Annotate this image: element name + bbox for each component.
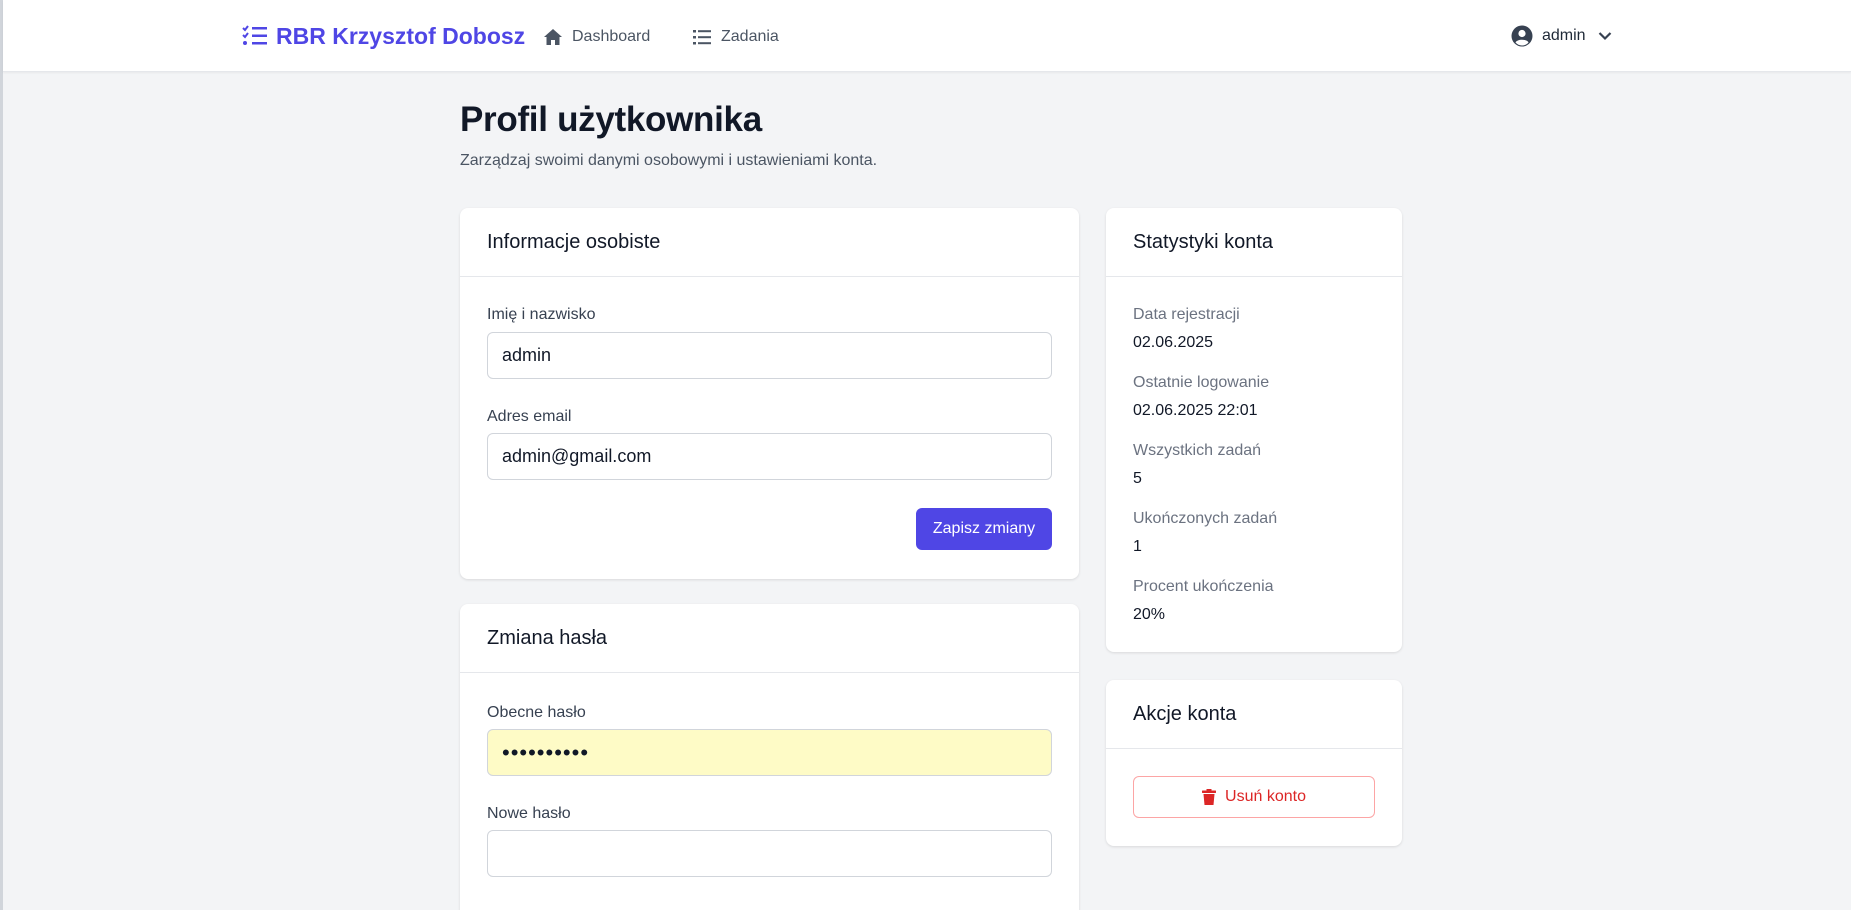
- stat-label: Procent ukończenia: [1133, 578, 1274, 595]
- stat-value: 1: [1133, 538, 1142, 555]
- stat-label: Data rejestracji: [1133, 306, 1240, 323]
- stat-value: 20%: [1133, 606, 1166, 623]
- brand-link[interactable]: RBR Krzysztof Dobosz: [242, 20, 525, 52]
- list-icon: [693, 30, 711, 45]
- password-card: Zmiana hasła Obecne hasło Nowe hasło: [460, 604, 1079, 910]
- nav-dashboard-label: Dashboard: [572, 28, 651, 45]
- stat-value: 02.06.2025: [1133, 334, 1214, 351]
- stat-value: 02.06.2025 22:01: [1133, 402, 1258, 419]
- actions-title: Akcje konta: [1106, 680, 1402, 749]
- password-title: Zmiana hasła: [460, 604, 1079, 673]
- nav-tasks[interactable]: Zadania: [692, 24, 779, 50]
- name-label: Imię i nazwisko: [487, 306, 596, 323]
- stat-label: Ostatnie logowanie: [1133, 374, 1270, 391]
- new-password-field[interactable]: [487, 830, 1052, 877]
- user-name: admin: [1542, 27, 1586, 44]
- page-title: Profil użytkownika: [460, 100, 762, 139]
- trash-icon: [1202, 789, 1217, 805]
- brand-name: RBR Krzysztof Dobosz: [276, 22, 526, 49]
- delete-account-label: Usuń konto: [1225, 788, 1306, 805]
- window-edge: [0, 0, 3, 910]
- list-check-icon: [242, 25, 267, 45]
- name-field[interactable]: [487, 332, 1052, 379]
- current-password-label: Obecne hasło: [487, 704, 586, 721]
- user-circle-icon: [1511, 25, 1533, 47]
- email-label: Adres email: [487, 408, 572, 425]
- nav-dashboard[interactable]: Dashboard: [543, 24, 650, 50]
- current-password-field[interactable]: [487, 729, 1052, 776]
- personal-info-card: Informacje osobiste Imię i nazwisko Adre…: [460, 208, 1079, 579]
- stats-title: Statystyki konta: [1106, 208, 1402, 277]
- save-button[interactable]: Zapisz zmiany: [916, 508, 1052, 550]
- nav-tasks-label: Zadania: [721, 28, 779, 45]
- personal-info-title: Informacje osobiste: [460, 208, 1079, 277]
- account-actions-card: Akcje konta Usuń konto: [1106, 680, 1402, 846]
- top-navbar: RBR Krzysztof Dobosz Dashboard Zadania a…: [3, 0, 1851, 72]
- user-menu[interactable]: admin: [1511, 22, 1612, 50]
- home-icon: [544, 29, 562, 45]
- page-subtitle: Zarządzaj swoimi danymi osobowymi i usta…: [460, 152, 878, 169]
- account-stats-card: Statystyki konta Data rejestracji 02.06.…: [1106, 208, 1402, 652]
- stat-value: 5: [1133, 470, 1142, 487]
- stat-label: Wszystkich zadań: [1133, 442, 1262, 459]
- stat-label: Ukończonych zadań: [1133, 510, 1278, 527]
- chevron-down-icon: [1598, 32, 1611, 41]
- delete-account-button[interactable]: Usuń konto: [1133, 776, 1375, 818]
- new-password-label: Nowe hasło: [487, 805, 571, 822]
- email-field[interactable]: [487, 433, 1052, 480]
